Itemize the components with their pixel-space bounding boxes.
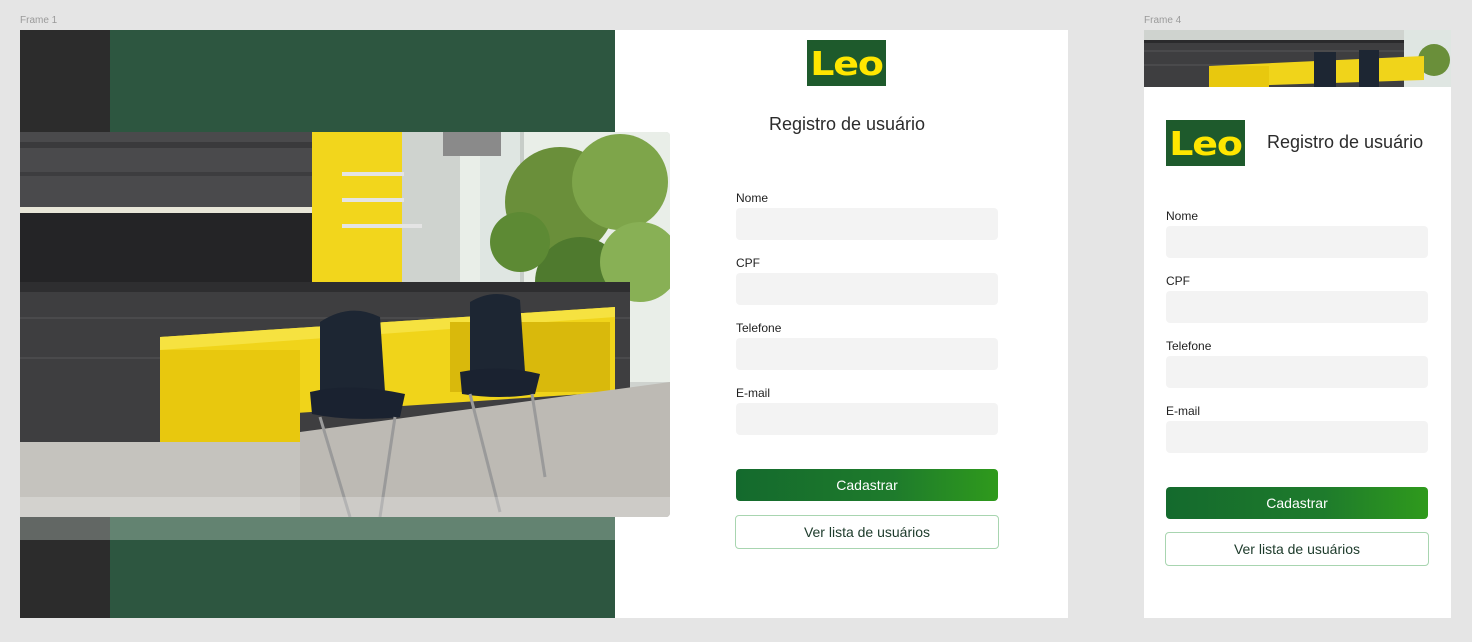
field-label-cpf-mobile: CPF xyxy=(1166,274,1190,288)
page-title: Registro de usuário xyxy=(768,114,926,134)
field-label-telefone: Telefone xyxy=(736,321,782,335)
frame-4-mobile xyxy=(1144,30,1451,618)
field-label-nome: Nome xyxy=(736,191,769,205)
nome-input[interactable] xyxy=(736,208,998,240)
frame-1-label: Frame 1 xyxy=(20,15,58,26)
field-label-email-mobile: E-mail xyxy=(1166,404,1201,418)
nome-input-mobile[interactable] xyxy=(1166,226,1428,258)
kitchen-photo xyxy=(20,132,670,517)
kitchen-photo-banner xyxy=(1144,30,1451,87)
logo-text-mobile: Leo xyxy=(1169,123,1243,163)
cpf-input[interactable] xyxy=(736,273,998,305)
telefone-input-mobile[interactable] xyxy=(1166,356,1428,388)
email-input[interactable] xyxy=(736,403,998,435)
ver-lista-button-mobile[interactable]: Ver lista de usuários xyxy=(1165,532,1429,566)
leo-logo-mobile: Leo xyxy=(1166,120,1245,166)
translucent-band xyxy=(20,517,615,540)
telefone-input[interactable] xyxy=(736,338,998,370)
page-title-mobile: Registro de usuário xyxy=(1267,132,1424,152)
cadastrar-button-mobile[interactable]: Cadastrar xyxy=(1166,487,1428,519)
field-label-email: E-mail xyxy=(736,386,771,400)
frame-4-label: Frame 4 xyxy=(1144,15,1182,26)
field-label-telefone-mobile: Telefone xyxy=(1166,339,1212,353)
leo-logo: Leo xyxy=(807,40,886,86)
logo-text: Leo xyxy=(810,43,884,83)
field-label-cpf: CPF xyxy=(736,256,760,270)
cadastrar-button[interactable]: Cadastrar xyxy=(736,469,998,501)
email-input-mobile[interactable] xyxy=(1166,421,1428,453)
ver-lista-button[interactable]: Ver lista de usuários xyxy=(735,515,999,549)
field-label-nome-mobile: Nome xyxy=(1166,209,1199,223)
cpf-input-mobile[interactable] xyxy=(1166,291,1428,323)
